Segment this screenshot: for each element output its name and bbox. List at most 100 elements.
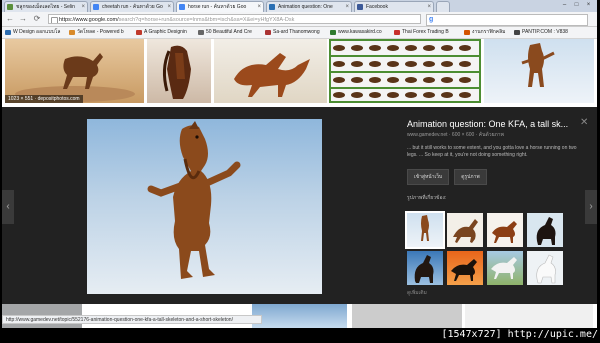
back-icon[interactable]: ← — [5, 14, 15, 24]
related-image[interactable] — [527, 251, 563, 285]
preview-info: Animation question: One KFA, a tall sk..… — [405, 119, 592, 296]
tab-favicon — [7, 4, 13, 10]
image-result-selected[interactable] — [484, 39, 594, 103]
status-bar: http://www.gamedev.net/topic/552176-anim… — [2, 315, 262, 324]
bookmark-item[interactable]: PANTIP.COM : V838 — [514, 28, 568, 37]
horse-image — [421, 215, 429, 241]
image-result[interactable] — [147, 39, 211, 103]
horse-image — [536, 217, 556, 245]
horse-image — [15, 53, 135, 102]
related-image[interactable] — [487, 213, 523, 247]
url-host: https://www.google.com/ — [59, 17, 119, 23]
standing-horse-image — [521, 43, 555, 87]
tab-4[interactable]: Animation question: One × — [266, 1, 352, 12]
horse-image — [234, 53, 310, 97]
bookmark-item[interactable]: งานกราฟิกคลิม — [464, 28, 505, 37]
close-icon[interactable]: × — [427, 2, 431, 12]
bookmark-icon — [394, 30, 400, 35]
tab-favicon — [179, 4, 185, 10]
view-image-button[interactable]: ดูรูปภาพ — [454, 169, 487, 185]
related-image[interactable] — [487, 251, 523, 285]
bookmark-icon — [330, 30, 336, 35]
horse-image — [491, 257, 517, 279]
bookmark-item[interactable]: Sa-ard Thanomwong — [265, 28, 320, 37]
close-icon[interactable]: × — [81, 2, 85, 12]
horse-image — [162, 45, 191, 99]
tab-2[interactable]: cheetah run - ค้นหาด้วย Go × — [90, 1, 174, 12]
bookmark-label: งานกราฟิกคลิม — [472, 29, 506, 35]
new-tab-button[interactable] — [436, 1, 450, 12]
bookmark-item[interactable]: www.kawasakird.co — [330, 28, 382, 37]
horse-grid-image — [329, 39, 481, 103]
bookmark-icon — [198, 30, 204, 35]
close-window-icon[interactable]: × — [584, 1, 593, 9]
bookmark-item[interactable]: 50 Beautiful And Cre — [198, 28, 252, 37]
visit-page-button[interactable]: เข้าสู่หน้าเว็บ — [407, 169, 450, 185]
more-link[interactable]: ดูเพิ่มเติม — [407, 289, 427, 297]
bookmark-label: PANTIP.COM : V838 — [522, 29, 568, 35]
horse-image — [536, 254, 556, 284]
horse-image — [414, 255, 434, 283]
close-icon[interactable]: × — [345, 2, 349, 12]
search-box[interactable]: g — [426, 14, 588, 26]
tab-favicon — [269, 4, 275, 10]
bookmark-item[interactable]: Thai Forex Trading B — [394, 28, 449, 37]
image-result[interactable] — [352, 304, 462, 328]
close-icon[interactable]: × — [167, 2, 171, 12]
minimize-icon[interactable]: – — [560, 1, 569, 9]
image-preview-panel: ‹ › ✕ Animation question: One KFA, a tal… — [2, 107, 597, 304]
related-images-label: รูปภาพที่เกี่ยวข้อง: — [407, 195, 447, 201]
forward-icon[interactable]: → — [18, 14, 28, 24]
standing-horse-illustration — [147, 121, 241, 280]
related-image[interactable] — [447, 213, 483, 247]
related-image[interactable] — [405, 211, 445, 249]
bookmark-icon — [265, 30, 271, 35]
bookmark-label: Sa-ard Thanomwong — [273, 29, 320, 35]
image-result[interactable] — [465, 304, 593, 328]
tab-favicon — [93, 4, 99, 10]
image-result[interactable] — [214, 39, 327, 103]
tab-label: horse run - ค้นหาด้วย Goo — [188, 4, 247, 10]
browser-window: ชลูกของเม็ดเลดไทย - Selin × cheetah run … — [2, 0, 597, 328]
tab-strip: ชลูกของเม็ดเลดไทย - Selin × cheetah run … — [2, 0, 597, 12]
bookmark-item[interactable]: A Graphic Designin — [136, 28, 187, 37]
bookmark-item[interactable]: W Design ออกแบบโล — [5, 28, 60, 37]
related-image[interactable] — [527, 213, 563, 247]
maximize-icon[interactable]: □ — [572, 1, 581, 9]
tab-5[interactable]: Facebook × — [354, 1, 434, 12]
thumb-caption: 1023 × 551 · depositphotos.com — [5, 95, 83, 103]
bookmark-icon — [136, 30, 142, 35]
bookmark-icon — [514, 30, 520, 35]
url-field[interactable]: https://www.google.com/search?q=horse+ru… — [48, 14, 421, 24]
preview-description: ... but it still works to some extent, a… — [407, 145, 577, 158]
chevron-left-icon[interactable]: ‹ — [2, 190, 14, 224]
image-result[interactable] — [252, 304, 347, 328]
bookmark-icon — [464, 30, 470, 35]
bookmark-label: W Design ออกแบบโล — [13, 29, 61, 35]
bookmark-label: www.kawasakird.co — [338, 29, 382, 35]
tab-label: Animation question: One — [278, 4, 333, 10]
tab-label: ชลูกของเม็ดเลดไทย - Selin — [16, 4, 75, 10]
watermark: [1547x727] http://upic.me/ — [441, 329, 598, 340]
image-result[interactable]: 1023 × 551 · depositphotos.com — [5, 39, 144, 103]
horse-image — [451, 259, 477, 281]
url-path: search?q=horse+run&source=lnms&tbm=isch&… — [118, 17, 295, 23]
preview-title[interactable]: Animation question: One KFA, a tall sk..… — [407, 119, 592, 129]
lock-icon — [51, 17, 58, 23]
reload-icon[interactable]: ⟳ — [32, 14, 42, 24]
bookmark-icon — [5, 30, 11, 35]
bookmark-label: วัดโหลด - Powered b — [77, 29, 124, 35]
preview-image[interactable] — [87, 119, 322, 294]
google-icon: g — [429, 16, 434, 23]
image-results-row: 1023 × 551 · depositphotos.com — [2, 39, 597, 107]
related-image[interactable] — [447, 251, 483, 285]
horse-image — [492, 221, 517, 243]
tab-1[interactable]: ชลูกของเม็ดเลดไทย - Selin × — [4, 1, 88, 12]
image-result[interactable] — [329, 39, 481, 103]
bookmarks-bar: W Design ออกแบบโล วัดโหลด - Powered b A … — [2, 27, 597, 39]
bookmark-item[interactable]: วัดโหลด - Powered b — [69, 28, 124, 37]
tab-favicon — [357, 4, 363, 10]
tab-3-active[interactable]: horse run - ค้นหาด้วย Goo × — [176, 1, 264, 12]
close-icon[interactable]: × — [257, 2, 261, 12]
related-image[interactable] — [407, 251, 443, 285]
